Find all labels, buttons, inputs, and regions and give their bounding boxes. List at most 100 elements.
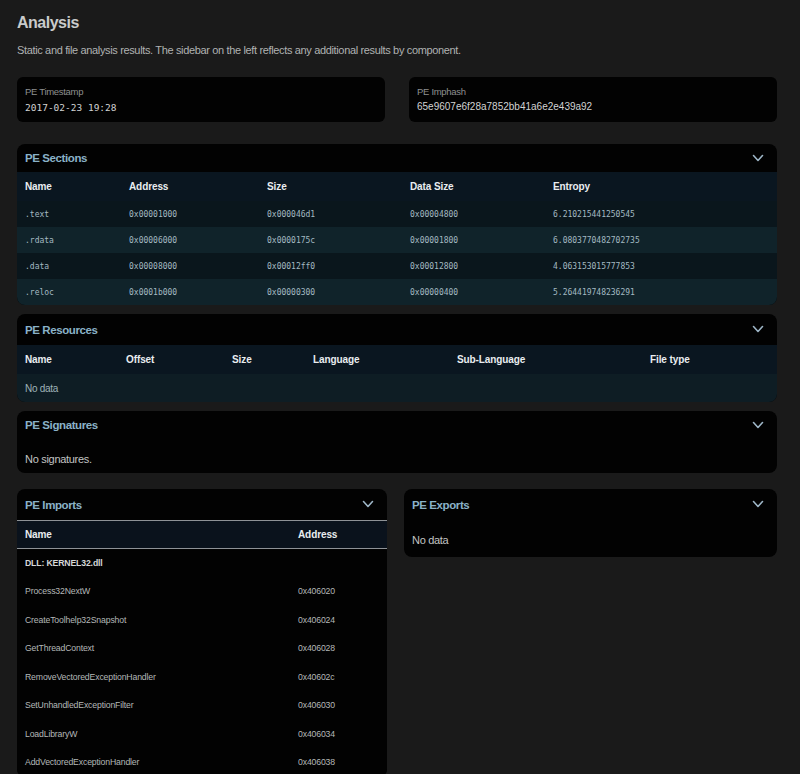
cell-import-address: 0x406028 bbox=[290, 634, 387, 663]
cell-address: 0x00006000 bbox=[121, 227, 259, 253]
pe-resources-header-row: Name Offset Size Language Sub-Language F… bbox=[17, 345, 777, 374]
pe-signatures-title: PE Signatures bbox=[25, 419, 752, 431]
chevron-down-icon[interactable] bbox=[752, 154, 764, 163]
pe-sections-panel: PE Sections Name Address Size Data Size … bbox=[17, 144, 777, 305]
pe-imports-table: Name Address DLL: KERNEL32.dll Process32… bbox=[17, 520, 387, 774]
cell-import-address: 0x406030 bbox=[290, 691, 387, 720]
cell-name: .text bbox=[17, 201, 121, 227]
table-row-empty: No data bbox=[17, 374, 777, 402]
pe-sections-header[interactable]: PE Sections bbox=[17, 144, 777, 172]
pe-resources-panel: PE Resources Name Offset Size Language S… bbox=[17, 314, 777, 402]
pe-exports-title: PE Exports bbox=[412, 499, 752, 511]
page-title: Analysis bbox=[17, 14, 777, 32]
cell-entropy: 6.210215441250545 bbox=[545, 201, 777, 227]
column-header: Name bbox=[17, 172, 121, 201]
table-row: SetUnhandledExceptionFilter 0x406030 bbox=[17, 691, 387, 720]
cell-import-address: 0x406020 bbox=[290, 577, 387, 606]
cell-address: 0x0001b000 bbox=[121, 279, 259, 305]
no-data-cell: No data bbox=[17, 374, 777, 402]
table-row: .rdata 0x00006000 0x0000175c 0x00001800 … bbox=[17, 227, 777, 253]
cell-import-name: CreateToolhelp32Snapshot bbox=[17, 606, 290, 635]
dll-label: DLL: KERNEL32.dll bbox=[17, 549, 387, 578]
cell-import-address: 0x406034 bbox=[290, 720, 387, 749]
cell-data-size: 0x00012800 bbox=[402, 253, 545, 279]
pe-imphash-label: PE Imphash bbox=[417, 86, 769, 97]
cell-name: .rdata bbox=[17, 227, 121, 253]
pe-timestamp-card: PE Timestamp 2017-02-23 19:28 bbox=[17, 77, 385, 122]
pe-resources-header[interactable]: PE Resources bbox=[17, 314, 777, 345]
cell-size: 0x00000300 bbox=[259, 279, 402, 305]
pe-resources-table: Name Offset Size Language Sub-Language F… bbox=[17, 345, 777, 402]
column-header: Language bbox=[305, 345, 449, 374]
column-header: Address bbox=[290, 521, 387, 549]
cell-entropy: 5.264419748236291 bbox=[545, 279, 777, 305]
cell-address: 0x00001000 bbox=[121, 201, 259, 227]
pe-sections-header-row: Name Address Size Data Size Entropy bbox=[17, 172, 777, 201]
cell-entropy: 6.0803770482702735 bbox=[545, 227, 777, 253]
cell-data-size: 0x00000400 bbox=[402, 279, 545, 305]
pe-signatures-header[interactable]: PE Signatures bbox=[17, 411, 777, 439]
column-header: Address bbox=[121, 172, 259, 201]
table-row: .reloc 0x0001b000 0x00000300 0x00000400 … bbox=[17, 279, 777, 305]
pe-imports-header[interactable]: PE Imports bbox=[17, 489, 387, 520]
pe-sections-title: PE Sections bbox=[25, 152, 752, 164]
pe-timestamp-label: PE Timestamp bbox=[25, 86, 377, 97]
cell-import-name: LoadLibraryW bbox=[17, 720, 290, 749]
page-subtitle: Static and file analysis results. The si… bbox=[17, 44, 777, 56]
cell-name: .reloc bbox=[17, 279, 121, 305]
column-header: Size bbox=[224, 345, 305, 374]
pe-sections-table: Name Address Size Data Size Entropy .tex… bbox=[17, 172, 777, 305]
cell-import-name: GetThreadContext bbox=[17, 634, 290, 663]
column-header: Size bbox=[259, 172, 402, 201]
column-header: Entropy bbox=[545, 172, 777, 201]
pe-imphash-value: 65e9607e6f28a7852bb41a6e2e439a92 bbox=[417, 101, 769, 112]
table-row: GetThreadContext 0x406028 bbox=[17, 634, 387, 663]
cell-size: 0x00012ff0 bbox=[259, 253, 402, 279]
pe-imports-title: PE Imports bbox=[25, 499, 362, 511]
pe-timestamp-value: 2017-02-23 19:28 bbox=[25, 102, 377, 113]
column-header: Data Size bbox=[402, 172, 545, 201]
table-row: AddVectoredExceptionHandler 0x406038 bbox=[17, 748, 387, 774]
column-header: Sub-Language bbox=[449, 345, 642, 374]
cell-import-address: 0x40602c bbox=[290, 663, 387, 692]
pe-imports-panel: PE Imports Name Address DLL: KERNEL32.dl… bbox=[17, 489, 387, 774]
table-row: .text 0x00001000 0x000046d1 0x00004800 6… bbox=[17, 201, 777, 227]
cell-import-name: SetUnhandledExceptionFilter bbox=[17, 691, 290, 720]
pe-resources-title: PE Resources bbox=[25, 324, 752, 336]
cell-import-address: 0x406038 bbox=[290, 748, 387, 774]
pe-signatures-empty-text: No signatures. bbox=[17, 439, 777, 473]
chevron-down-icon[interactable] bbox=[752, 421, 764, 430]
pe-exports-empty-text: No data bbox=[404, 520, 777, 557]
cell-import-address: 0x406024 bbox=[290, 606, 387, 635]
cell-import-name: Process32NextW bbox=[17, 577, 290, 606]
chevron-down-icon[interactable] bbox=[362, 500, 374, 509]
column-header: Name bbox=[17, 345, 118, 374]
cell-address: 0x00008000 bbox=[121, 253, 259, 279]
column-header: Name bbox=[17, 521, 290, 549]
analysis-page: Analysis Static and file analysis result… bbox=[0, 14, 800, 774]
dll-row: DLL: KERNEL32.dll bbox=[17, 549, 387, 578]
pe-signatures-panel: PE Signatures No signatures. bbox=[17, 411, 777, 473]
cell-data-size: 0x00004800 bbox=[402, 201, 545, 227]
table-row: RemoveVectoredExceptionHandler 0x40602c bbox=[17, 663, 387, 692]
summary-cards: PE Timestamp 2017-02-23 19:28 PE Imphash… bbox=[17, 77, 777, 122]
pe-exports-header[interactable]: PE Exports bbox=[404, 489, 777, 520]
cell-name: .data bbox=[17, 253, 121, 279]
cell-size: 0x0000175c bbox=[259, 227, 402, 253]
cell-data-size: 0x00001800 bbox=[402, 227, 545, 253]
table-row: CreateToolhelp32Snapshot 0x406024 bbox=[17, 606, 387, 635]
column-header: File type bbox=[642, 345, 777, 374]
pe-exports-panel: PE Exports No data bbox=[404, 489, 777, 557]
cell-size: 0x000046d1 bbox=[259, 201, 402, 227]
table-row: Process32NextW 0x406020 bbox=[17, 577, 387, 606]
chevron-down-icon[interactable] bbox=[752, 325, 764, 334]
column-header: Offset bbox=[118, 345, 224, 374]
cell-import-name: AddVectoredExceptionHandler bbox=[17, 748, 290, 774]
table-row: LoadLibraryW 0x406034 bbox=[17, 720, 387, 749]
pe-imports-header-row: Name Address bbox=[17, 521, 387, 549]
table-row: .data 0x00008000 0x00012ff0 0x00012800 4… bbox=[17, 253, 777, 279]
pe-imphash-card: PE Imphash 65e9607e6f28a7852bb41a6e2e439… bbox=[409, 77, 777, 122]
chevron-down-icon[interactable] bbox=[752, 500, 764, 509]
cell-import-name: RemoveVectoredExceptionHandler bbox=[17, 663, 290, 692]
cell-entropy: 4.063153015777853 bbox=[545, 253, 777, 279]
